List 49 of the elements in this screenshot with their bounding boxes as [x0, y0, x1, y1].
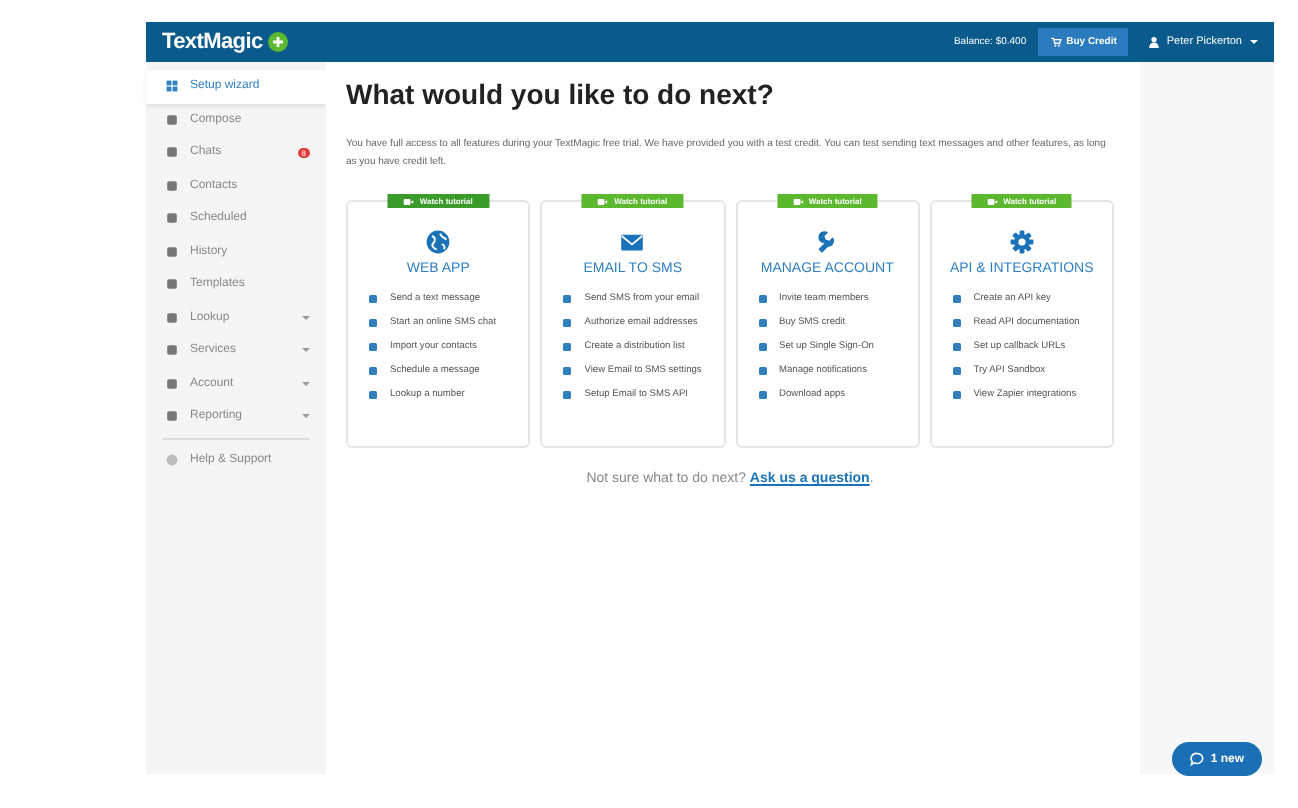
square-icon	[562, 294, 573, 305]
caret-icon	[302, 381, 310, 386]
wrench-icon	[815, 230, 840, 254]
square-icon	[951, 318, 962, 329]
page-title: What would you like to do next?	[346, 78, 776, 110]
envelope-icon	[620, 230, 645, 254]
square-icon	[368, 389, 378, 400]
chat-icon	[1190, 752, 1205, 766]
square-icon	[166, 113, 178, 126]
square-icon	[166, 344, 178, 357]
square-icon	[757, 294, 767, 305]
square-icon	[951, 294, 962, 305]
square-icon	[562, 341, 573, 352]
video-icon	[987, 197, 998, 205]
plus-icon[interactable]	[268, 32, 289, 52]
square-icon	[166, 311, 178, 324]
square-icon	[166, 146, 178, 159]
square-icon	[757, 341, 767, 352]
caret-icon	[302, 315, 310, 320]
square-icon	[166, 245, 178, 258]
caret-icon	[302, 414, 310, 419]
square-icon	[951, 389, 962, 400]
square-icon	[562, 318, 573, 329]
caret-icon	[302, 348, 310, 353]
user-icon	[1148, 36, 1161, 48]
grid-icon	[166, 80, 178, 93]
square-icon	[368, 365, 378, 376]
square-icon	[757, 318, 767, 329]
square-icon	[368, 341, 378, 352]
square-icon	[166, 410, 178, 423]
square-icon	[562, 365, 573, 376]
video-icon	[792, 197, 803, 205]
cart-icon	[1050, 36, 1063, 48]
square-icon	[166, 179, 178, 192]
square-icon	[166, 278, 178, 291]
square-icon	[166, 212, 178, 225]
square-icon	[562, 389, 573, 400]
square-icon	[757, 365, 767, 376]
square-icon	[757, 389, 767, 400]
gear-icon	[1009, 230, 1034, 254]
square-icon	[368, 294, 378, 305]
square-icon	[368, 318, 378, 329]
logo[interactable]: TextMagic	[162, 30, 263, 54]
globe-icon	[426, 230, 451, 254]
square-icon	[951, 365, 962, 376]
square-icon	[166, 377, 178, 390]
video-icon	[403, 197, 414, 205]
video-icon	[598, 197, 609, 205]
square-icon	[951, 341, 962, 352]
